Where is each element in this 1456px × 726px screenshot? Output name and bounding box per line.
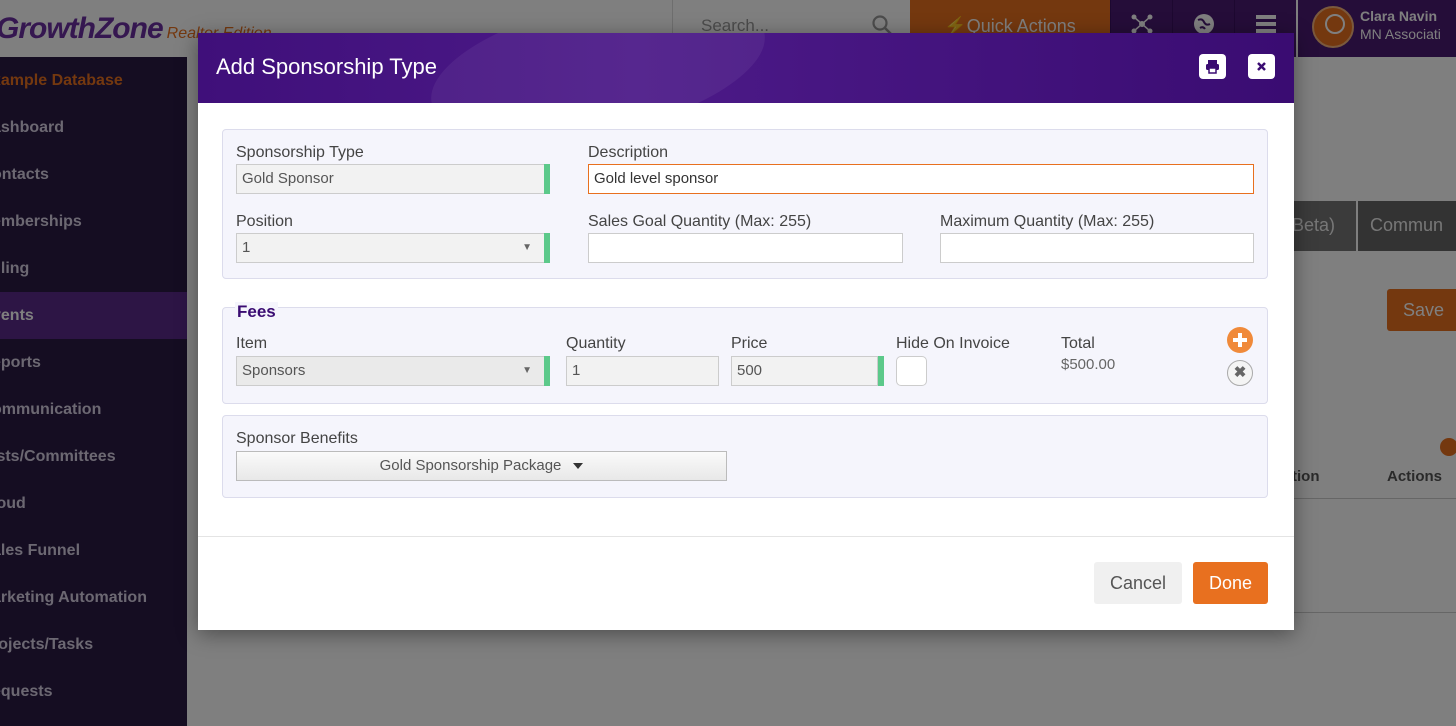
chevron-down-icon: ▼ — [522, 242, 532, 253]
required-marker — [544, 164, 550, 194]
description-field[interactable]: Gold level sponsor — [588, 164, 1254, 194]
sponsorship-type-label: Sponsorship Type — [236, 144, 364, 161]
sponsor-benefits-panel: Sponsor Benefits Gold Sponsorship Packag… — [222, 415, 1268, 498]
close-button[interactable] — [1248, 54, 1275, 79]
item-label: Item — [236, 335, 268, 352]
position-label: Position — [236, 213, 293, 230]
dialog-title: Add Sponsorship Type — [216, 54, 437, 79]
sponsorship-type-field[interactable]: Gold Sponsor — [236, 164, 545, 194]
price-field[interactable]: 500 — [731, 356, 878, 386]
quantity-field[interactable]: 1 — [566, 356, 719, 386]
header-decoration — [418, 33, 778, 103]
required-marker — [878, 356, 884, 386]
cancel-button[interactable]: Cancel — [1094, 562, 1182, 604]
sponsor-benefits-dropdown[interactable]: Gold Sponsorship Package — [236, 451, 727, 481]
sales-goal-field[interactable] — [588, 233, 903, 263]
footer-divider — [198, 536, 1294, 537]
fees-title: Fees — [235, 302, 278, 322]
print-button[interactable] — [1199, 54, 1226, 79]
item-select[interactable]: Sponsors ▼ — [236, 356, 545, 386]
hide-on-invoice-checkbox[interactable] — [896, 356, 927, 386]
required-marker — [544, 233, 550, 263]
chevron-down-icon: ▼ — [522, 365, 532, 376]
max-quantity-label: Maximum Quantity (Max: 255) — [940, 213, 1155, 230]
hide-on-invoice-label: Hide On Invoice — [896, 335, 1010, 352]
done-button[interactable]: Done — [1193, 562, 1268, 604]
description-label: Description — [588, 144, 669, 161]
total-value: $500.00 — [1061, 356, 1116, 373]
add-sponsorship-type-dialog: Add Sponsorship Type Sponsorship Type Go… — [198, 33, 1294, 630]
remove-fee-icon[interactable]: ✖ — [1227, 360, 1253, 386]
position-select[interactable]: 1 ▼ — [236, 233, 545, 263]
required-marker — [544, 356, 550, 386]
item-value: Sponsors — [242, 362, 306, 379]
price-label: Price — [731, 335, 768, 352]
sponsor-benefits-value: Gold Sponsorship Package — [379, 457, 562, 474]
fees-panel: Fees Item Sponsors ▼ Quantity 1 Price 500… — [222, 302, 1268, 404]
dialog-header: Add Sponsorship Type — [198, 33, 1294, 103]
add-fee-icon[interactable] — [1227, 327, 1253, 353]
print-icon — [1206, 60, 1219, 74]
total-label: Total — [1061, 335, 1095, 352]
sponsor-benefits-label: Sponsor Benefits — [236, 430, 358, 447]
quantity-label: Quantity — [566, 335, 626, 352]
max-quantity-field[interactable] — [940, 233, 1254, 263]
close-icon — [1257, 62, 1266, 71]
sponsorship-details-panel: Sponsorship Type Gold Sponsor Descriptio… — [222, 129, 1268, 279]
caret-down-icon — [573, 463, 584, 470]
sales-goal-label: Sales Goal Quantity (Max: 255) — [588, 213, 812, 230]
position-value: 1 — [242, 239, 251, 256]
